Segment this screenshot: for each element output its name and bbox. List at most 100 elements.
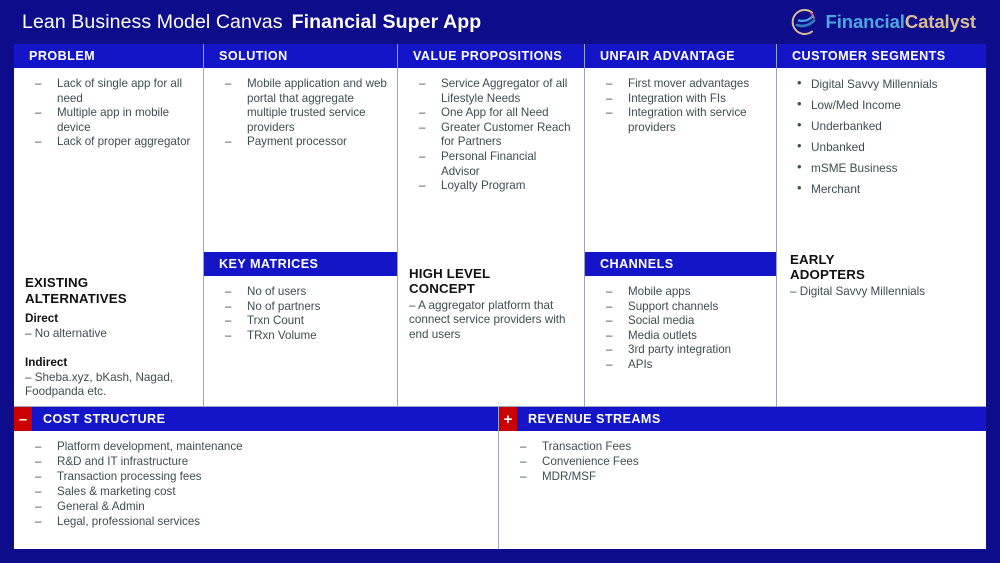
value-propositions-list: Service Aggregator of all Lifestyle Need…: [406, 77, 576, 194]
column-customer-segments: CUSTOMER SEGMENTS Digital Savvy Millenni…: [777, 44, 986, 406]
column-solution: SOLUTION Mobile application and web port…: [204, 44, 398, 406]
list-item: Platform development, maintenance: [32, 440, 490, 455]
direct-label: Direct: [25, 312, 59, 326]
channels-list: Mobile apps Support channels Social medi…: [593, 285, 768, 373]
list-item: mSME Business: [794, 160, 978, 176]
cost-structure-list: Platform development, maintenance R&D an…: [22, 440, 490, 530]
column-problem: PROBLEM Lack of single app for all need …: [14, 44, 204, 406]
solution-content: Mobile application and web portal that a…: [204, 68, 397, 252]
list-item: Media outlets: [603, 329, 768, 344]
value-propositions-content: Service Aggregator of all Lifestyle Need…: [398, 68, 584, 198]
brand-name-part1: Financial: [825, 11, 905, 32]
key-matrices-content: No of users No of partners Trxn Count TR…: [204, 276, 397, 406]
early-adopters-title: EARLY ADOPTERS: [790, 251, 866, 283]
brand-name: FinancialCatalyst: [825, 11, 977, 33]
list-item: Greater Customer Reach for Partners: [416, 121, 576, 150]
solution-list: Mobile application and web portal that a…: [212, 77, 389, 150]
list-item: Social media: [603, 314, 768, 329]
section-header-cost-structure: – COST STRUCTURE: [14, 407, 498, 431]
lean-business-model-canvas: Lean Business Model Canvas Financial Sup…: [0, 0, 1000, 563]
unfair-advantage-content: First mover advantages Integration with …: [585, 68, 776, 252]
section-header-channels: CHANNELS: [585, 252, 776, 276]
list-item: R&D and IT infrastructure: [32, 455, 490, 470]
list-item: Mobile application and web portal that a…: [222, 77, 389, 135]
column-unfair-advantage: UNFAIR ADVANTAGE First mover advantages …: [585, 44, 777, 406]
high-level-concept-text: – A aggregator platform that connect ser…: [409, 298, 566, 341]
direct-text: – No alternative: [25, 326, 107, 340]
early-adopters-text: – Digital Savvy Millennials: [790, 284, 926, 298]
key-matrices-list: No of users No of partners Trxn Count TR…: [212, 285, 389, 343]
section-header-value-propositions: VALUE PROPOSITIONS: [398, 44, 584, 68]
list-item: General & Admin: [32, 500, 490, 515]
list-item: First mover advantages: [603, 77, 768, 92]
indirect-label: Indirect: [25, 356, 68, 370]
list-item: Trxn Count: [222, 314, 389, 329]
list-item: Low/Med Income: [794, 97, 978, 113]
canvas-top-row: PROBLEM Lack of single app for all need …: [14, 44, 986, 406]
column-cost-structure: – COST STRUCTURE Platform development, m…: [14, 407, 499, 549]
section-header-unfair-advantage: UNFAIR ADVANTAGE: [585, 44, 776, 68]
list-item: TRxn Volume: [222, 329, 389, 344]
list-item: Convenience Fees: [517, 455, 978, 470]
list-item: 3rd party integration: [603, 343, 768, 358]
revenue-streams-content: Transaction Fees Convenience Fees MDR/MS…: [499, 431, 986, 549]
list-item: Legal, professional services: [32, 515, 490, 530]
page-title: Lean Business Model Canvas Financial Sup…: [22, 11, 481, 34]
early-adopters-block: EARLY ADOPTERS – Digital Savvy Millennia…: [777, 252, 986, 300]
financial-catalyst-swoosh-icon: [789, 7, 819, 37]
list-item: Transaction Fees: [517, 440, 978, 455]
list-item: Loyalty Program: [416, 179, 576, 194]
problem-list: Lack of single app for all need Multiple…: [22, 77, 195, 150]
customer-segments-list: Digital Savvy Millennials Low/Med Income…: [785, 76, 978, 197]
list-item: Merchant: [794, 181, 978, 197]
customer-segments-content: Digital Savvy Millennials Low/Med Income…: [777, 68, 986, 208]
column-revenue-streams: + REVENUE STREAMS Transaction Fees Conve…: [499, 407, 986, 549]
list-item: Support channels: [603, 300, 768, 315]
list-item: APIs: [603, 358, 768, 373]
section-header-revenue-streams: + REVENUE STREAMS: [499, 407, 986, 431]
section-header-problem: PROBLEM: [14, 44, 203, 68]
column-value-propositions: VALUE PROPOSITIONS Service Aggregator of…: [398, 44, 585, 406]
list-item: Unbanked: [794, 139, 978, 155]
cost-structure-content: Platform development, maintenance R&D an…: [14, 431, 498, 549]
revenue-streams-label: REVENUE STREAMS: [528, 412, 661, 426]
unfair-advantage-list: First mover advantages Integration with …: [593, 77, 768, 135]
section-header-key-matrices: KEY MATRICES: [204, 252, 397, 276]
title-primary: Lean Business Model Canvas: [22, 10, 283, 33]
channels-content: Mobile apps Support channels Social medi…: [585, 276, 776, 406]
list-item: Underbanked: [794, 118, 978, 134]
canvas-header: Lean Business Model Canvas Financial Sup…: [14, 0, 986, 44]
list-item: Sales & marketing cost: [32, 485, 490, 500]
existing-alternatives-block: EXISTING ALTERNATIVES Direct – No altern…: [14, 275, 203, 406]
list-item: Mobile apps: [603, 285, 768, 300]
cost-structure-label: COST STRUCTURE: [43, 412, 166, 426]
brand-logo: FinancialCatalyst: [789, 7, 980, 37]
minus-sign-icon: –: [14, 407, 32, 431]
indirect-text: – Sheba.xyz, bKash, Nagad, Foodpanda etc…: [25, 370, 174, 399]
list-item: Service Aggregator of all Lifestyle Need…: [416, 77, 576, 106]
list-item: Digital Savvy Millennials: [794, 76, 978, 92]
canvas-grid: PROBLEM Lack of single app for all need …: [14, 44, 986, 549]
list-item: Integration with FIs: [603, 92, 768, 107]
list-item: No of users: [222, 285, 389, 300]
high-level-concept-title: HIGH LEVEL CONCEPT: [409, 265, 491, 297]
revenue-streams-list: Transaction Fees Convenience Fees MDR/MS…: [507, 440, 978, 485]
high-level-concept-block: HIGH LEVEL CONCEPT – A aggregator platfo…: [398, 266, 584, 343]
list-item: Integration with service providers: [603, 106, 768, 135]
canvas-bottom-row: – COST STRUCTURE Platform development, m…: [14, 406, 986, 549]
section-header-solution: SOLUTION: [204, 44, 397, 68]
list-item: Transaction processing fees: [32, 470, 490, 485]
list-item: No of partners: [222, 300, 389, 315]
plus-sign-icon: +: [499, 407, 517, 431]
list-item: Payment processor: [222, 135, 389, 150]
list-item: Multiple app in mobile device: [32, 106, 195, 135]
list-item: One App for all Need: [416, 106, 576, 121]
list-item: Personal Financial Advisor: [416, 150, 576, 179]
list-item: MDR/MSF: [517, 470, 978, 485]
list-item: Lack of single app for all need: [32, 77, 195, 106]
list-item: Lack of proper aggregator: [32, 135, 195, 150]
section-header-customer-segments: CUSTOMER SEGMENTS: [777, 44, 986, 68]
brand-name-part2: Catalyst: [904, 11, 976, 32]
problem-content: Lack of single app for all need Multiple…: [14, 68, 203, 154]
